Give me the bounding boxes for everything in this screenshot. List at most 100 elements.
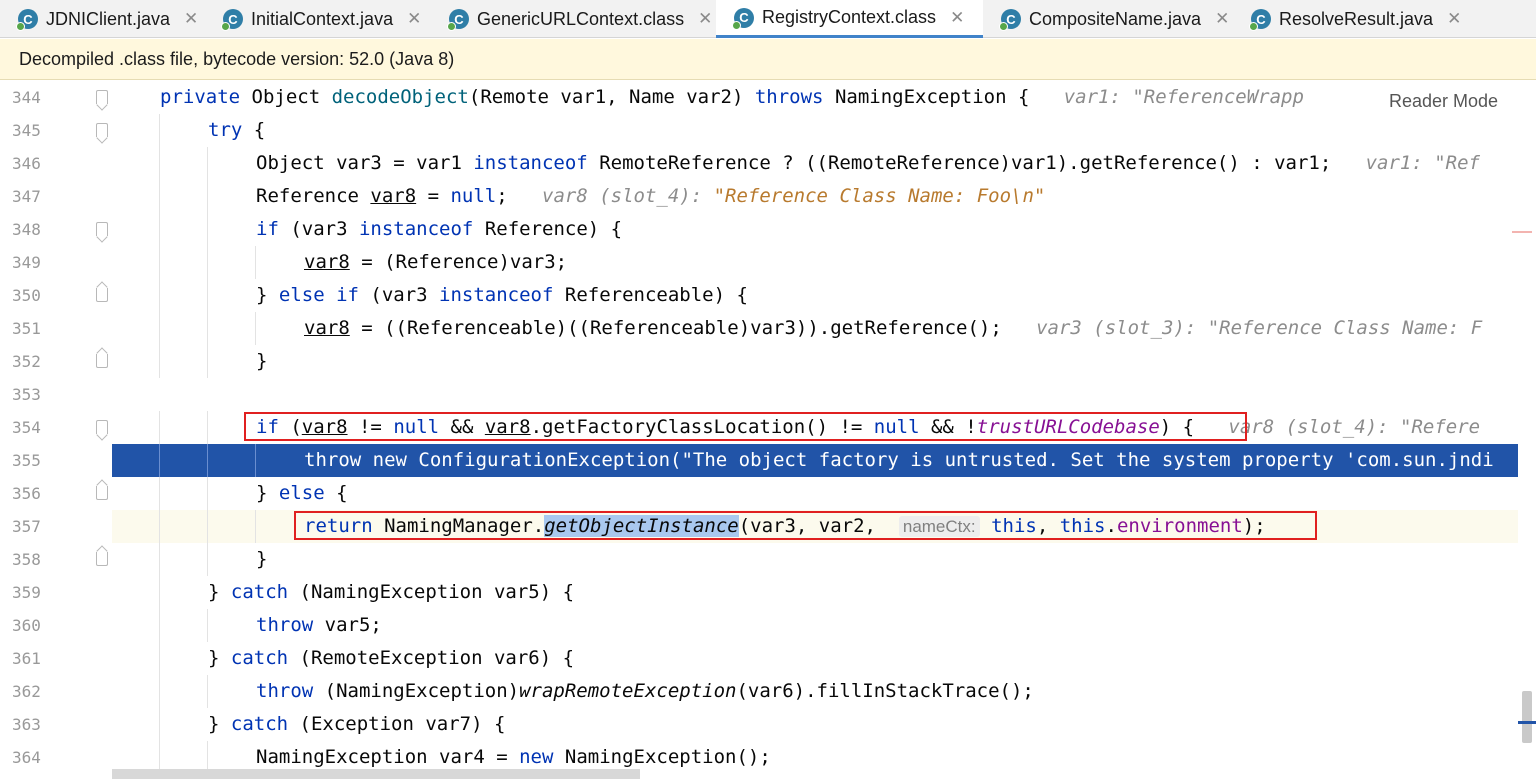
code-editor[interactable]: 344 345 346 347 348 349 350 351 352 353 354 355 356 3… [0, 81, 1536, 779]
indent-guide [255, 444, 256, 477]
code-token: ; [496, 185, 543, 207]
code-token: catch [230, 647, 300, 669]
gutter-line[interactable]: 360 [0, 609, 112, 642]
tab-close-icon[interactable]: ✕ [698, 9, 712, 29]
tab-close-icon[interactable]: ✕ [1215, 9, 1229, 29]
code-line-current-execution[interactable]: throw new ConfigurationException("The ob… [112, 444, 1536, 477]
fold-marker-icon[interactable] [96, 222, 108, 236]
gutter-line[interactable]: 350 [0, 279, 112, 312]
code-line[interactable]: var8 = (Reference)var3; [112, 246, 1536, 279]
indent-guide [207, 213, 208, 246]
gutter-line[interactable]: 355 [0, 444, 112, 477]
fold-marker-icon[interactable] [96, 90, 108, 104]
code-token: if [256, 218, 291, 240]
code-line[interactable]: } catch (Exception var7) { [112, 708, 1536, 741]
code-token: instanceof [439, 284, 565, 306]
indent-guide [207, 510, 208, 543]
code-token: = (Reference)var3; [349, 251, 568, 273]
gutter-line[interactable]: 351 [0, 312, 112, 345]
editor-tab[interactable]: C InitialContext.java ✕ [205, 0, 431, 38]
code-line[interactable]: Object var3 = var1 instanceof RemoteRefe… [112, 147, 1536, 180]
code-text: throw var5; [256, 609, 382, 642]
code-line[interactable] [112, 378, 1536, 411]
tab-close-icon[interactable]: ✕ [184, 9, 198, 29]
code-token: } [208, 713, 231, 735]
code-text: Reference var8 = null; var8 (slot_4): "R… [256, 180, 1045, 213]
gutter-line[interactable]: 346 [0, 147, 112, 180]
code-token: (Remote var1, Name var2) [468, 86, 755, 108]
line-number-gutter[interactable]: 344 345 346 347 348 349 350 351 352 353 354 355 356 3… [0, 81, 112, 779]
indent-guide [255, 246, 256, 279]
code-line[interactable]: private Object decodeObject(Remote var1,… [112, 81, 1536, 114]
debug-value-hint: var3 (slot_3): "Reference Class Name: F [1036, 317, 1483, 339]
tab-close-icon[interactable]: ✕ [950, 8, 964, 28]
reader-mode-button[interactable]: Reader Mode [1385, 89, 1503, 114]
editor-tab[interactable]: C JDNIClient.java ✕ [0, 0, 205, 38]
editor-tab[interactable]: C CompositeName.java ✕ [983, 0, 1233, 38]
gutter-line[interactable]: 362 [0, 675, 112, 708]
gutter-line[interactable]: 347 [0, 180, 112, 213]
code-text: throw (NamingException)wrapRemoteExcepti… [256, 675, 1034, 708]
gutter-line[interactable]: 345 [0, 114, 112, 147]
gutter-line[interactable]: 353 [0, 378, 112, 411]
gutter-line[interactable]: 361 [0, 642, 112, 675]
line-number: 347 [12, 187, 41, 206]
code-text: } [256, 543, 267, 576]
fold-marker-icon[interactable] [96, 420, 108, 434]
code-token: throw [256, 614, 325, 636]
code-line[interactable]: } else if (var3 instanceof Referenceable… [112, 279, 1536, 312]
scrollbar-thumb[interactable] [1522, 691, 1532, 743]
code-line[interactable]: } [112, 345, 1536, 378]
indent-guide [207, 312, 208, 345]
gutter-line[interactable]: 364 [0, 741, 112, 774]
fold-marker-icon[interactable] [96, 354, 108, 368]
java-class-icon: C [732, 7, 754, 30]
gutter-line[interactable]: 349 [0, 246, 112, 279]
decompiled-banner: Decompiled .class file, bytecode version… [0, 39, 1536, 80]
fold-marker-icon[interactable] [96, 288, 108, 302]
code-token: } [256, 482, 279, 504]
tab-close-icon[interactable]: ✕ [1447, 9, 1461, 29]
code-line[interactable]: throw var5; [112, 609, 1536, 642]
gutter-line[interactable]: 359 [0, 576, 112, 609]
code-token: (var6).fillInStackTrace(); [736, 680, 1034, 702]
fold-marker-icon[interactable] [96, 123, 108, 137]
gutter-line[interactable]: 356 [0, 477, 112, 510]
code-line[interactable]: if (var3 instanceof Reference) { [112, 213, 1536, 246]
code-token: else [278, 482, 337, 504]
indent-guide [207, 543, 208, 576]
java-class-icon: C [16, 9, 38, 31]
editor-tab[interactable]: C RegistryContext.class ✕ [716, 0, 983, 38]
code-line[interactable]: } [112, 543, 1536, 576]
horizontal-scrollbar[interactable] [112, 769, 640, 779]
indent-guide [207, 609, 208, 642]
code-token: } [256, 548, 268, 570]
gutter-line[interactable]: 344 [0, 81, 112, 114]
java-class-icon: C [447, 9, 469, 31]
code-text: throw new ConfigurationException("The ob… [304, 444, 1494, 477]
gutter-line[interactable]: 357 [0, 510, 112, 543]
gutter-line[interactable]: 363 [0, 708, 112, 741]
editor-tab[interactable]: C GenericURLContext.class ✕ [431, 0, 716, 38]
line-number: 357 [12, 517, 41, 536]
code-line[interactable]: } else { [112, 477, 1536, 510]
tab-close-icon[interactable]: ✕ [407, 9, 421, 29]
code-text: } [256, 345, 267, 378]
vertical-scrollbar[interactable] [1518, 81, 1536, 779]
code-line[interactable]: throw (NamingException)wrapRemoteExcepti… [112, 675, 1536, 708]
indent-guide [159, 180, 160, 213]
code-line[interactable]: var8 = ((Referenceable)((Referenceable)v… [112, 312, 1536, 345]
gutter-line[interactable]: 358 [0, 543, 112, 576]
fold-marker-icon[interactable] [96, 486, 108, 500]
code-line[interactable]: Reference var8 = null; var8 (slot_4): "R… [112, 180, 1536, 213]
code-line[interactable]: } catch (NamingException var5) { [112, 576, 1536, 609]
gutter-line[interactable]: 348 [0, 213, 112, 246]
line-number: 361 [12, 649, 41, 668]
editor-tab[interactable]: C ResolveResult.java ✕ [1233, 0, 1463, 38]
line-number: 355 [12, 451, 41, 470]
gutter-line[interactable]: 352 [0, 345, 112, 378]
fold-marker-icon[interactable] [96, 552, 108, 566]
code-line[interactable]: } catch (RemoteException var6) { [112, 642, 1536, 675]
gutter-line[interactable]: 354 [0, 411, 112, 444]
code-line[interactable]: try { [112, 114, 1536, 147]
